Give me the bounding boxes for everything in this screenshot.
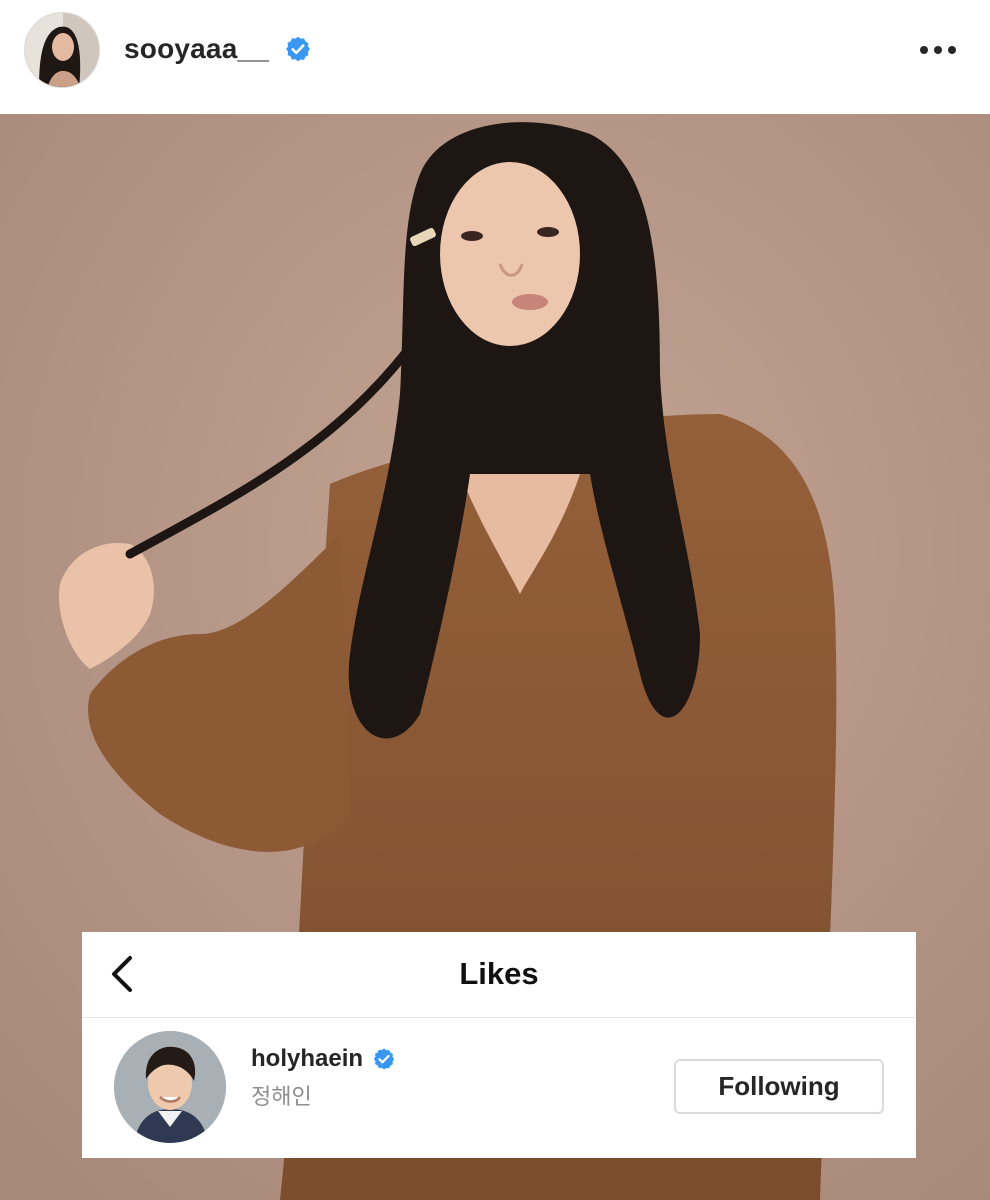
post-header: sooyaaa__	[0, 0, 990, 114]
likes-title: Likes	[459, 956, 539, 991]
liker-avatar[interactable]	[114, 1031, 226, 1143]
post-username[interactable]: sooyaaa__	[124, 33, 269, 65]
more-dots-icon	[920, 46, 956, 54]
liker-avatar-image	[114, 1031, 226, 1143]
profile-avatar[interactable]	[24, 12, 100, 88]
liker-list-item[interactable]: holyhaein 정해인 Following	[82, 1019, 916, 1158]
liker-username[interactable]: holyhaein	[251, 1045, 363, 1073]
profile-avatar-image	[25, 13, 99, 87]
more-options-button[interactable]	[916, 32, 960, 68]
likes-header: Likes	[82, 932, 916, 1018]
following-button[interactable]: Following	[674, 1059, 884, 1114]
liker-full-name: 정해인	[251, 1084, 312, 1109]
verified-badge-icon	[286, 36, 310, 62]
likes-panel: Likes holyhaein 정해인 Following	[82, 932, 916, 1158]
verified-badge-icon	[373, 1048, 395, 1070]
